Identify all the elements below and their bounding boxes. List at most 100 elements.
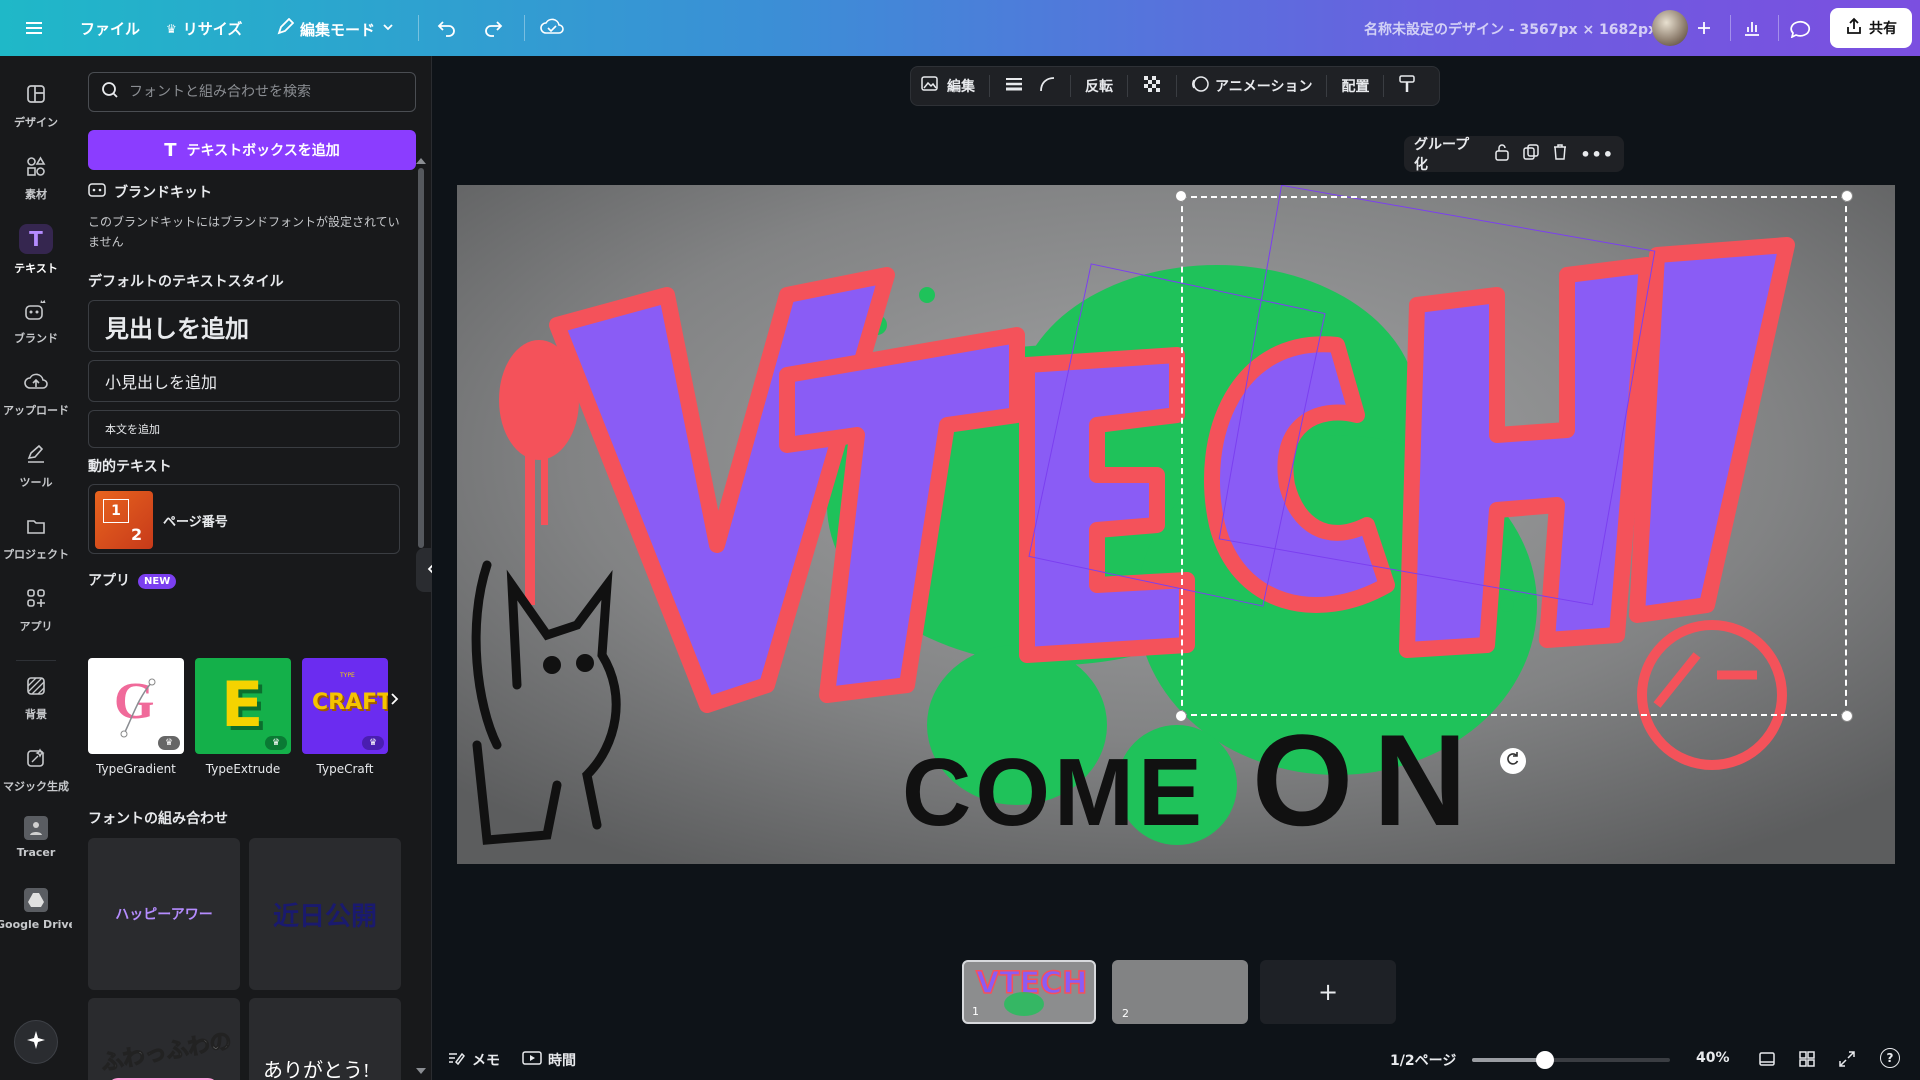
undo-icon[interactable] [436, 16, 458, 38]
page-number-card[interactable]: 1 2 ページ番号 [88, 484, 400, 554]
cloud-saved-icon[interactable] [540, 16, 564, 38]
grid-view-icon[interactable] [1798, 1050, 1816, 1072]
add-body-text-button[interactable]: 本文を追加 [88, 410, 400, 448]
arrange-button[interactable]: 配置 [1341, 76, 1369, 96]
panel-scrollbar[interactable] [418, 168, 424, 548]
notes-label: メモ [472, 1053, 500, 1069]
app-typeextrude[interactable]: E ♛ [195, 658, 291, 754]
page-thumbnail-2[interactable]: 2 [1112, 960, 1248, 1024]
rail-label: マジック生成 [3, 780, 69, 793]
rail-item-magic[interactable]: マジック生成 [0, 744, 72, 794]
rail-label: アプリ [19, 620, 53, 633]
add-collaborator-icon[interactable] [1686, 10, 1722, 46]
dynamic-text-title: 動的テキスト [88, 459, 172, 475]
font-search[interactable] [88, 72, 416, 112]
menu-icon[interactable] [24, 18, 44, 38]
comment-icon[interactable] [1782, 10, 1818, 46]
font-combo-card[interactable]: ありがとう! [249, 998, 401, 1080]
line-weight-icon[interactable] [1004, 76, 1024, 96]
redo-icon[interactable] [482, 16, 504, 38]
corner-rounding-icon[interactable] [1038, 75, 1056, 97]
rail-item-tracer[interactable]: Tracer [0, 816, 72, 859]
rail-item-background[interactable]: 背景 [0, 672, 72, 722]
edit-mode-dropdown[interactable]: 編集モード [276, 17, 395, 40]
context-toolbar: 編集 反転 アニメーション 配置 [910, 66, 1440, 106]
rail-item-uploads[interactable]: アップロード [0, 368, 72, 418]
lock-icon[interactable] [1494, 143, 1510, 165]
rail-label: Tracer [16, 846, 56, 859]
font-combo-card[interactable]: ハッピーアワー [88, 838, 240, 990]
scroll-up-arrow-icon[interactable] [416, 158, 426, 164]
copy-style-icon[interactable] [1398, 74, 1416, 98]
resize-handle[interactable] [1841, 190, 1853, 202]
page-indicator[interactable]: 1/2ページ [1390, 1050, 1456, 1070]
rail-item-text[interactable]: T テキスト [0, 224, 72, 276]
add-page-button[interactable]: + [1260, 960, 1396, 1024]
resize-menu[interactable]: ♛ リサイズ [166, 18, 242, 39]
font-combo-text: ふわっふわの [99, 1028, 234, 1077]
document-title[interactable]: 名称未設定のデザイン - 3567px × 1682px [1364, 19, 1657, 39]
add-textbox-button[interactable]: T テキストボックスを追加 [88, 130, 416, 170]
rail-item-tools[interactable]: ツール [0, 440, 72, 490]
flip-button[interactable]: 反転 [1085, 76, 1113, 96]
page-number-label: ページ番号 [163, 515, 228, 530]
selection-box[interactable] [1181, 196, 1847, 716]
font-combo-card[interactable]: ふわっふわの [88, 998, 240, 1080]
text-panel: T テキストボックスを追加 ブランドキット このブランドキットにはブランドフォン… [72, 56, 432, 1080]
help-icon[interactable]: ? [1880, 1048, 1900, 1068]
apps-heading: アプリ NEW [88, 570, 177, 590]
app-typegradient[interactable]: G ♛ [88, 658, 184, 754]
scroll-down-arrow-icon[interactable] [416, 1068, 426, 1074]
rail-item-apps[interactable]: アプリ [0, 584, 72, 634]
more-options-icon[interactable]: ••• [1580, 145, 1614, 164]
typecraft-glyph: CRAFT [312, 690, 388, 715]
add-heading-button[interactable]: 見出しを追加 [88, 300, 400, 352]
app-typecraft[interactable]: TYPE CRAFT ♛ [302, 658, 388, 754]
rail-item-brand[interactable]: ブランド [0, 296, 72, 346]
resize-handle[interactable] [1175, 190, 1187, 202]
zoom-slider[interactable] [1472, 1051, 1670, 1069]
insights-chart-icon[interactable] [1734, 10, 1770, 46]
edit-image-button[interactable]: 編集 [921, 75, 975, 97]
page-thumbnail-1[interactable]: VTECH 1 [962, 960, 1096, 1024]
timer-icon [522, 1050, 542, 1070]
rotate-handle[interactable] [1500, 748, 1526, 774]
rail-label: デザイン [14, 116, 58, 129]
search-input[interactable] [129, 84, 409, 100]
fullscreen-icon[interactable] [1838, 1050, 1856, 1072]
file-menu[interactable]: ファイル [80, 18, 140, 39]
add-textbox-label: テキストボックスを追加 [186, 143, 340, 159]
notes-button[interactable]: メモ [448, 1050, 500, 1070]
divider [989, 75, 990, 97]
share-button[interactable]: 共有 [1830, 8, 1912, 48]
font-combo-card[interactable]: 近日公開 [249, 838, 401, 990]
zoom-level[interactable]: 40% [1696, 1050, 1730, 1066]
rail-item-google-drive[interactable]: Google Drive [0, 888, 76, 931]
rail-item-design[interactable]: デザイン [0, 80, 72, 130]
transparency-icon[interactable] [1142, 74, 1162, 98]
rail-label: 素材 [25, 188, 47, 201]
timer-label: 時間 [548, 1053, 576, 1069]
trash-icon[interactable] [1552, 143, 1568, 165]
animation-button[interactable]: アニメーション [1191, 75, 1312, 97]
group-button[interactable]: グループ化 [1414, 134, 1482, 174]
divider [1326, 75, 1328, 97]
brand-kit-note: このブランドキットにはブランドフォントが設定されていません [88, 215, 400, 249]
add-subheading-button[interactable]: 小見出しを追加 [88, 360, 400, 402]
resize-handle[interactable] [1841, 710, 1853, 722]
rail-item-projects[interactable]: プロジェクト [0, 512, 72, 562]
avatar[interactable] [1652, 10, 1688, 46]
magic-assistant-button[interactable] [14, 1020, 58, 1064]
resize-label: リサイズ [182, 20, 243, 38]
resize-handle[interactable] [1175, 710, 1187, 722]
animation-label: アニメーション [1215, 79, 1313, 95]
duplicate-icon[interactable] [1522, 143, 1540, 165]
plus-icon: + [1317, 978, 1339, 1006]
font-combo-text: ありがとう! [263, 1060, 370, 1080]
rail-item-elements[interactable]: 素材 [0, 152, 72, 202]
page-view-icon[interactable] [1758, 1050, 1776, 1072]
edit-mode-label: 編集モード [300, 20, 376, 39]
apps-next-arrow-icon[interactable] [390, 692, 400, 710]
timer-button[interactable]: 時間 [522, 1050, 576, 1070]
zoom-slider-thumb[interactable] [1536, 1051, 1554, 1069]
